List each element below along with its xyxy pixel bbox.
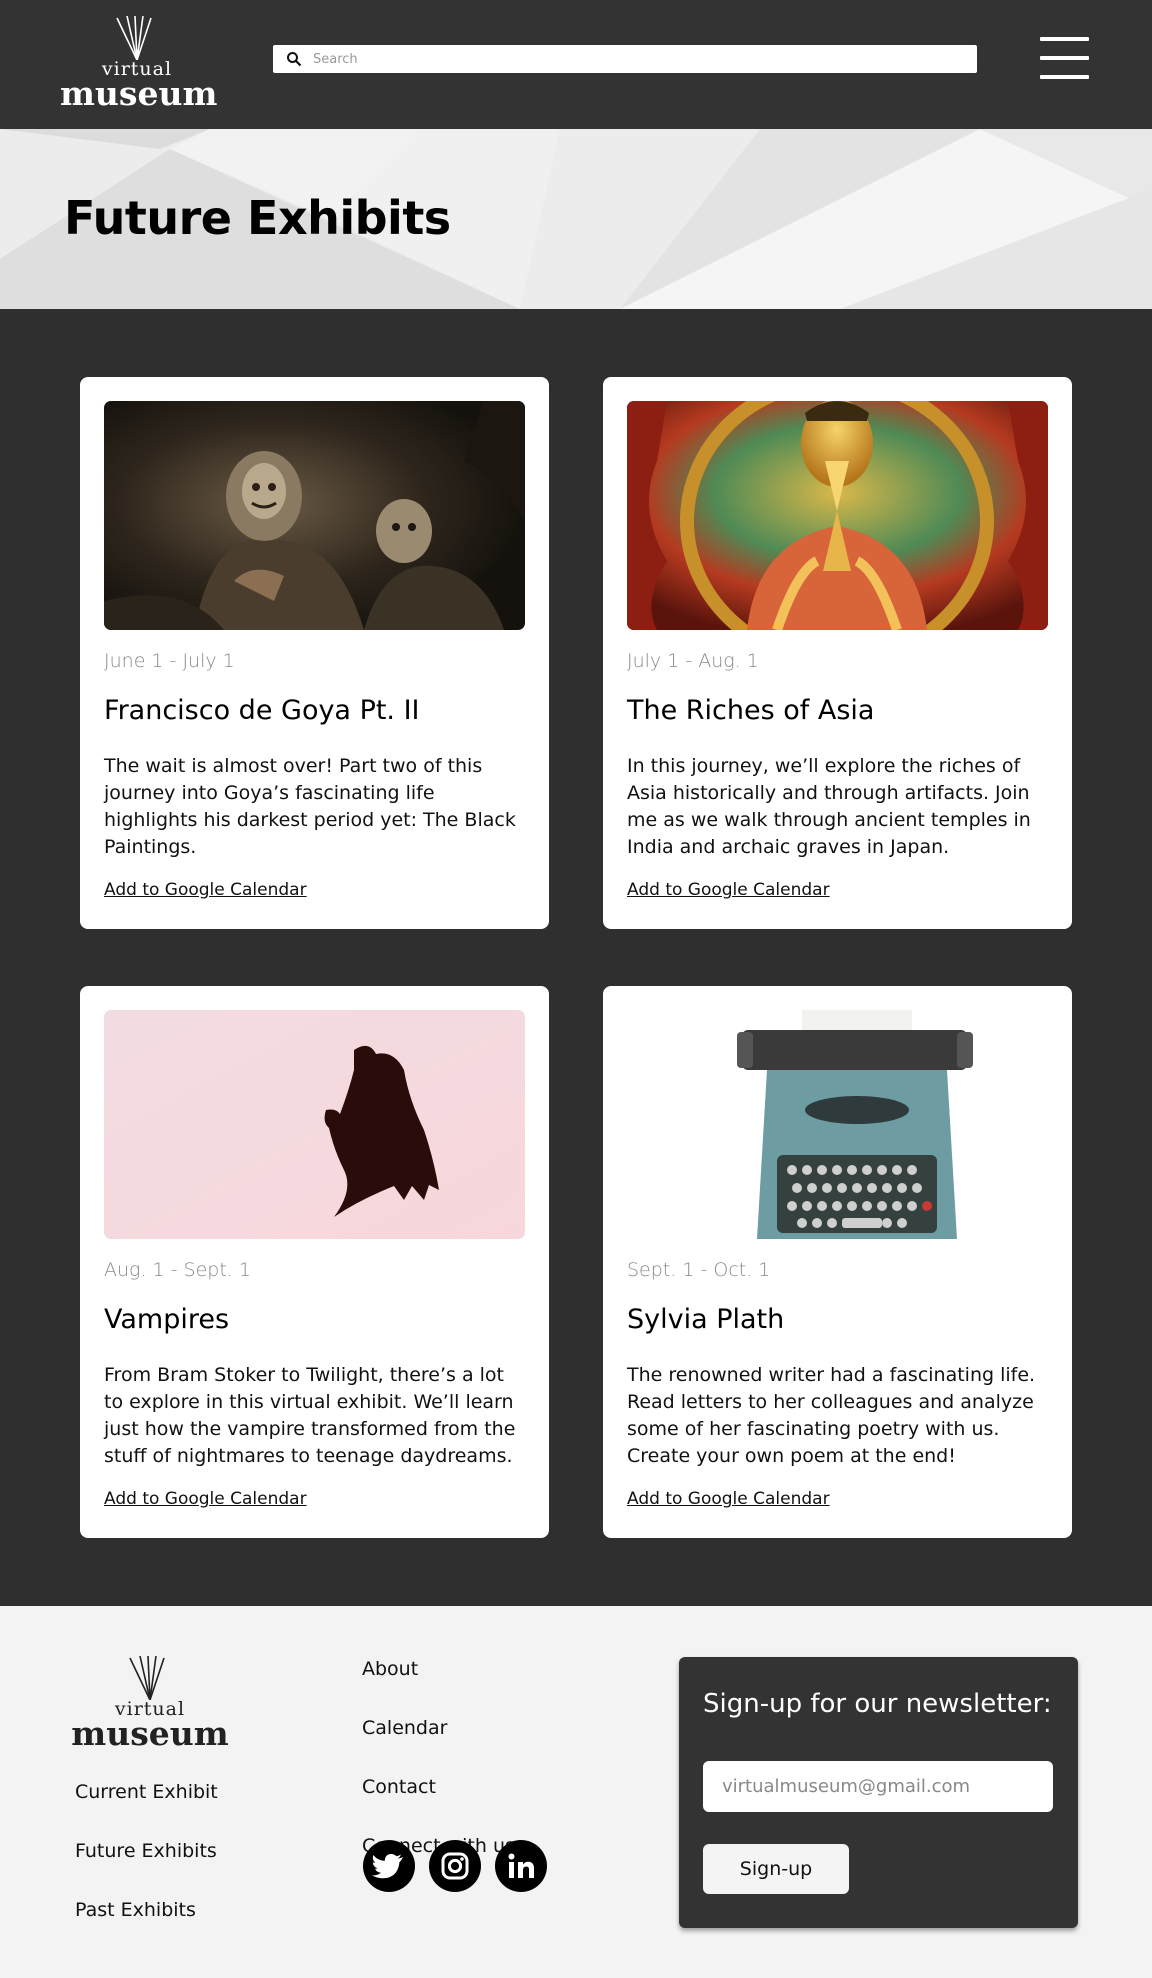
exhibit-image xyxy=(627,1010,1048,1239)
exhibit-card: Aug. 1 - Sept. 1 Vampires From Bram Stok… xyxy=(80,986,549,1538)
site-logo[interactable]: virtual museum xyxy=(60,16,218,113)
linkedin-icon[interactable] xyxy=(495,1840,547,1892)
site-footer: virtual museum Current Exhibit Future Ex… xyxy=(0,1606,1152,1978)
search-icon xyxy=(287,52,302,67)
newsletter-title: Sign-up for our newsletter: xyxy=(703,1689,1052,1719)
search-input[interactable] xyxy=(313,45,963,73)
instagram-icon[interactable] xyxy=(429,1840,481,1892)
exhibit-description: The renowned writer had a fascinating li… xyxy=(627,1364,1036,1467)
footer-link-current-exhibit[interactable]: Current Exhibit xyxy=(75,1781,218,1803)
exhibit-date: Aug. 1 - Sept. 1 xyxy=(104,1259,251,1281)
footer-link-past-exhibits[interactable]: Past Exhibits xyxy=(75,1899,196,1921)
add-to-calendar-link[interactable]: Add to Google Calendar xyxy=(104,1489,307,1509)
exhibit-title: Vampires xyxy=(104,1304,230,1335)
exhibit-description: The wait is almost over! Part two of thi… xyxy=(104,755,516,858)
search-bar[interactable] xyxy=(273,45,977,73)
hero-banner: Future Exhibits xyxy=(0,129,1152,309)
exhibit-date: June 1 - July 1 xyxy=(104,650,235,672)
add-to-calendar-link[interactable]: Add to Google Calendar xyxy=(627,880,830,900)
footer-link-contact[interactable]: Contact xyxy=(362,1776,436,1798)
footer-link-future-exhibits[interactable]: Future Exhibits xyxy=(75,1840,217,1862)
add-to-calendar-link[interactable]: Add to Google Calendar xyxy=(627,1489,830,1509)
exhibit-title: Sylvia Plath xyxy=(627,1304,785,1335)
newsletter-signup-button[interactable]: Sign-up xyxy=(703,1844,849,1894)
exhibit-description: From Bram Stoker to Twilight, there’s a … xyxy=(104,1364,516,1467)
twitter-icon[interactable] xyxy=(363,1840,415,1892)
newsletter-panel: Sign-up for our newsletter: Sign-up xyxy=(679,1657,1078,1928)
exhibit-image xyxy=(627,401,1048,630)
footer-link-calendar[interactable]: Calendar xyxy=(362,1717,447,1739)
logo-text-big: museum xyxy=(71,1714,229,1753)
add-to-calendar-link[interactable]: Add to Google Calendar xyxy=(104,880,307,900)
exhibit-image xyxy=(104,1010,525,1239)
exhibit-image xyxy=(104,401,525,630)
exhibit-title: The Riches of Asia xyxy=(627,695,875,726)
logo-rays-icon xyxy=(129,1656,165,1700)
logo-rays-icon xyxy=(116,16,152,60)
page-title: Future Exhibits xyxy=(64,191,451,245)
exhibit-card: June 1 - July 1 Francisco de Goya Pt. II… xyxy=(80,377,549,929)
logo-text-big: museum xyxy=(60,74,218,113)
exhibit-description: In this journey, we’ll explore the riche… xyxy=(627,755,1031,858)
exhibit-title: Francisco de Goya Pt. II xyxy=(104,695,420,726)
menu-icon[interactable] xyxy=(1040,37,1089,80)
site-header: virtual museum xyxy=(0,0,1152,129)
footer-link-about[interactable]: About xyxy=(362,1658,418,1680)
exhibit-card: Sept. 1 - Oct. 1 Sylvia Plath The renown… xyxy=(603,986,1072,1538)
exhibit-card: July 1 - Aug. 1 The Riches of Asia In th… xyxy=(603,377,1072,929)
newsletter-email-input[interactable] xyxy=(703,1761,1053,1812)
footer-logo[interactable]: virtual museum xyxy=(70,1656,230,1753)
exhibit-date: Sept. 1 - Oct. 1 xyxy=(627,1259,771,1281)
exhibit-date: July 1 - Aug. 1 xyxy=(627,650,759,672)
